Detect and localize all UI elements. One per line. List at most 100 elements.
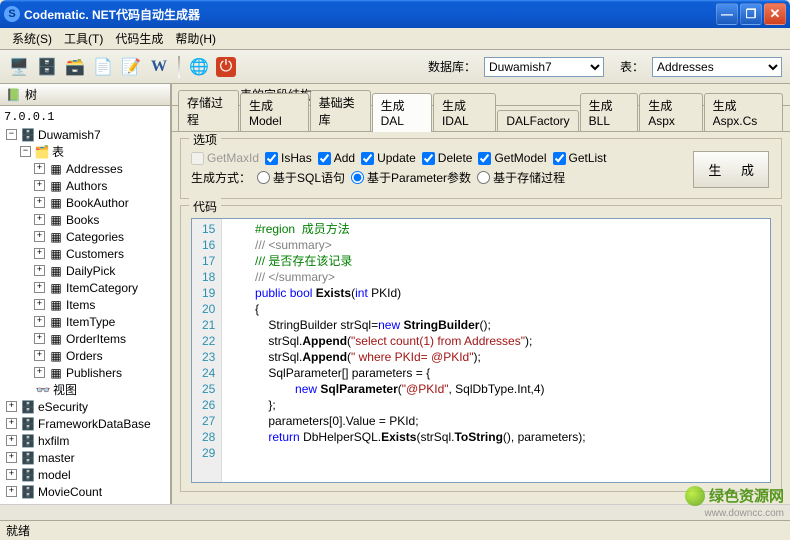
table-item-icon: ▦ <box>48 298 64 312</box>
expand-icon[interactable]: + <box>6 486 17 497</box>
expand-icon[interactable]: + <box>34 316 45 327</box>
expand-icon[interactable]: + <box>34 367 45 378</box>
mode-radio-1[interactable]: 基于Parameter参数 <box>351 169 471 186</box>
close-button[interactable]: ✕ <box>764 3 786 25</box>
tree-table-item[interactable]: +▦DailyPick <box>2 262 168 279</box>
tree-tables[interactable]: − 🗂️ 表 <box>2 143 168 160</box>
expand-icon[interactable]: + <box>34 163 45 174</box>
tree-db-label: Duwamish7 <box>38 128 101 142</box>
menu-codegen[interactable]: 代码生成 <box>109 28 169 49</box>
code-editor[interactable]: 151617181920212223242526272829 #region 成… <box>191 218 771 483</box>
tree-table-item[interactable]: +▦Addresses <box>2 160 168 177</box>
tree-table-item[interactable]: +▦Categories <box>2 228 168 245</box>
table-item-icon: ▦ <box>48 179 64 193</box>
check-ishas[interactable]: IsHas <box>265 151 312 165</box>
expand-icon[interactable]: + <box>34 299 45 310</box>
tab-1[interactable]: 生成Model <box>240 93 309 131</box>
expand-icon[interactable]: + <box>34 248 45 259</box>
check-getmaxid[interactable]: GetMaxId <box>191 151 259 165</box>
code-body[interactable]: #region 成员方法 /// <summary> /// 是否存在该记录 /… <box>222 219 770 482</box>
tree-table-item[interactable]: +▦ItemCategory <box>2 279 168 296</box>
tbl-select[interactable]: Addresses <box>652 57 782 77</box>
mode-radio-0[interactable]: 基于SQL语句 <box>257 169 345 186</box>
minimize-button[interactable]: — <box>716 3 738 25</box>
expand-icon[interactable]: + <box>34 180 45 191</box>
mode-radio-2[interactable]: 基于存储过程 <box>477 169 565 186</box>
horizontal-scroll[interactable] <box>0 504 790 520</box>
tree-db[interactable]: − 🗄️ Duwamish7 <box>2 126 168 143</box>
menu-system[interactable]: 系统(S) <box>6 28 58 49</box>
tree-view-item[interactable]: +🗄️FrameworkDataBase <box>2 415 168 432</box>
tree-table-item[interactable]: +▦BookAuthor <box>2 194 168 211</box>
check-add[interactable]: Add <box>318 151 355 165</box>
checkbox[interactable] <box>553 152 566 165</box>
word-icon[interactable]: W <box>148 56 170 78</box>
checkbox[interactable] <box>478 152 491 165</box>
tree-view-item[interactable]: +🗄️MovieCount <box>2 483 168 500</box>
check-delete[interactable]: Delete <box>422 151 473 165</box>
tree-table-item[interactable]: +▦ItemType <box>2 313 168 330</box>
tree-view-item[interactable]: +🗄️master <box>2 449 168 466</box>
expand-icon[interactable]: + <box>6 401 17 412</box>
tree[interactable]: 7.0.0.1 − 🗄️ Duwamish7 − 🗂️ 表 +▦Addresse… <box>0 106 170 504</box>
tree-table-item[interactable]: +▦Items <box>2 296 168 313</box>
tree-table-item[interactable]: +▦Books <box>2 211 168 228</box>
checkbox[interactable] <box>191 152 204 165</box>
tree-view-item[interactable]: +🗄️eSecurity <box>2 398 168 415</box>
stop-icon[interactable]: ⏻ <box>216 57 236 77</box>
check-getmodel[interactable]: GetModel <box>478 151 546 165</box>
tab-4[interactable]: 生成IDAL <box>433 93 496 131</box>
radio[interactable] <box>351 171 364 184</box>
radio[interactable] <box>257 171 270 184</box>
collapse-icon[interactable]: − <box>20 146 31 157</box>
menu-tools[interactable]: 工具(T) <box>58 28 109 49</box>
tab-8[interactable]: 生成Aspx.Cs <box>704 93 783 131</box>
checkbox[interactable] <box>361 152 374 165</box>
tree-table-item[interactable]: +▦Orders <box>2 347 168 364</box>
tree-view-item[interactable]: +🗄️hxfilm <box>2 432 168 449</box>
radio[interactable] <box>477 171 490 184</box>
tree-table-item[interactable]: +▦Customers <box>2 245 168 262</box>
generate-button[interactable]: 生 成 <box>693 151 769 188</box>
script-icon[interactable]: 📄 <box>92 56 114 78</box>
expand-icon[interactable]: + <box>6 452 17 463</box>
table-item-icon: ▦ <box>48 230 64 244</box>
tab-3[interactable]: 生成DAL <box>372 93 432 132</box>
maximize-button[interactable]: ❐ <box>740 3 762 25</box>
expand-icon[interactable]: + <box>34 282 45 293</box>
menu-help[interactable]: 帮助(H) <box>169 28 222 49</box>
tab-2[interactable]: 基础类库 <box>310 90 371 131</box>
tree-root[interactable]: 7.0.0.1 <box>2 108 168 126</box>
tree-table-item[interactable]: +▦OrderItems <box>2 330 168 347</box>
expand-icon[interactable]: + <box>6 435 17 446</box>
tab-7[interactable]: 生成Aspx <box>639 93 702 131</box>
checkbox[interactable] <box>265 152 278 165</box>
checkbox[interactable] <box>318 152 331 165</box>
collapse-icon[interactable]: − <box>6 129 17 140</box>
expand-icon[interactable]: + <box>34 214 45 225</box>
expand-icon[interactable]: + <box>34 350 45 361</box>
edit-icon[interactable]: 📝 <box>120 56 142 78</box>
expand-icon[interactable]: + <box>6 418 17 429</box>
tree-table-item[interactable]: +▦Authors <box>2 177 168 194</box>
tab-5[interactable]: DALFactory <box>497 110 578 131</box>
checkbox[interactable] <box>422 152 435 165</box>
db-select[interactable]: Duwamish7 <box>484 57 604 77</box>
expand-icon[interactable]: + <box>34 333 45 344</box>
expand-icon[interactable]: + <box>34 265 45 276</box>
tree-icon: 📗 <box>6 88 21 102</box>
tree-views[interactable]: 👓 视图 <box>2 381 168 398</box>
table-icon[interactable]: 🗃️ <box>64 56 86 78</box>
tab-6[interactable]: 生成BLL <box>580 93 639 131</box>
globe-icon[interactable]: 🌐 <box>188 56 210 78</box>
new-server-icon[interactable]: 🖥️ <box>8 56 30 78</box>
tree-view-item[interactable]: +🗄️model <box>2 466 168 483</box>
expand-icon[interactable]: + <box>34 231 45 242</box>
tree-table-item[interactable]: +▦Publishers <box>2 364 168 381</box>
check-update[interactable]: Update <box>361 151 416 165</box>
db-icon[interactable]: 🗄️ <box>36 56 58 78</box>
expand-icon[interactable]: + <box>6 469 17 480</box>
tab-0[interactable]: 存储过程 <box>178 90 239 131</box>
check-getlist[interactable]: GetList <box>553 151 607 165</box>
expand-icon[interactable]: + <box>34 197 45 208</box>
